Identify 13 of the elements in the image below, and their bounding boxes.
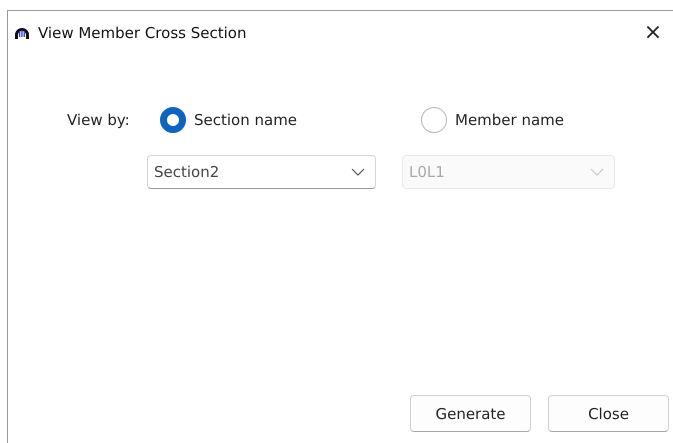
radio-button[interactable]: [421, 107, 447, 133]
window-title: View Member Cross Section: [38, 24, 248, 42]
close-icon[interactable]: ×: [639, 22, 667, 44]
bridge-icon: [14, 26, 30, 40]
dialog-button[interactable]: Close: [548, 395, 669, 432]
radio-label: Member name: [455, 111, 564, 129]
radio-label: Section name: [194, 111, 298, 129]
radio-button[interactable]: [160, 107, 186, 133]
chevron-down-icon: [351, 168, 365, 176]
dropdown[interactable]: Section2: [147, 155, 376, 189]
dialog-button[interactable]: Generate: [410, 395, 531, 432]
view-by-label: View by:: [67, 111, 131, 129]
chevron-down-icon: [590, 168, 604, 176]
